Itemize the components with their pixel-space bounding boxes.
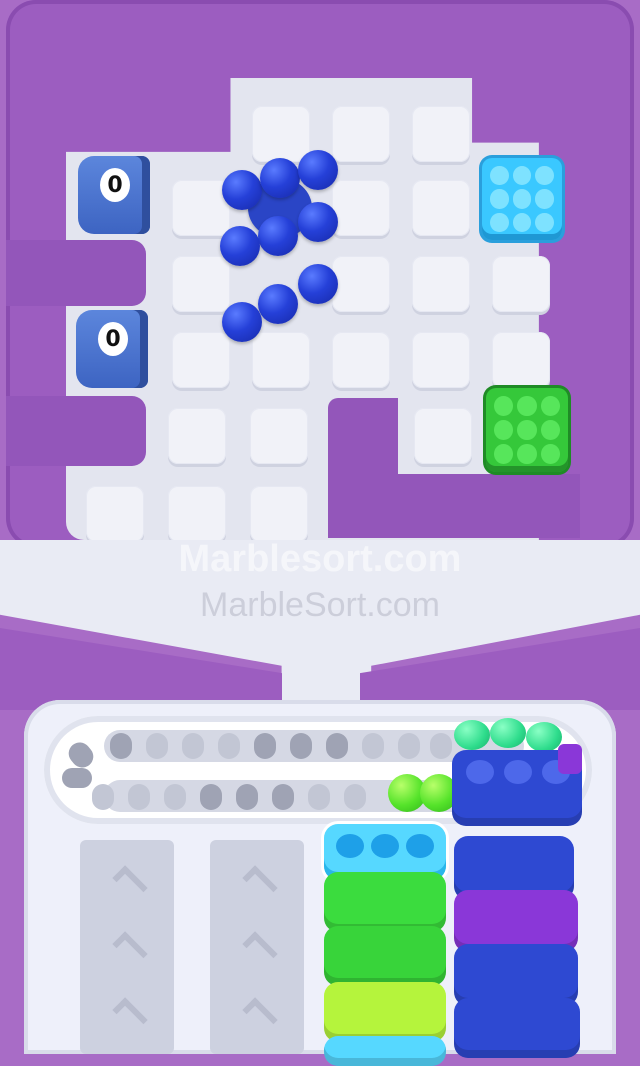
board-tile[interactable] [412, 106, 470, 162]
game-screen: 0 0 Marblesort.com MarbleSort.com [0, 0, 640, 1066]
teal-marble [454, 720, 490, 750]
bin-blue[interactable] [454, 998, 580, 1058]
cannon-counter: 0 [98, 322, 128, 356]
watermark-text: Marblesort.com [178, 538, 462, 580]
board-tile[interactable] [492, 256, 550, 312]
board-tile[interactable] [252, 332, 310, 388]
bin-blue[interactable] [454, 944, 578, 1006]
bin-cyan[interactable] [324, 1036, 446, 1066]
marble-crate-green[interactable] [486, 388, 568, 472]
marble-cannon[interactable]: 0 [78, 156, 150, 234]
board-tile[interactable] [332, 256, 390, 312]
inner-wall-left-low [6, 396, 146, 466]
board-tile[interactable] [252, 106, 310, 162]
bin-purple[interactable] [454, 890, 578, 952]
board-tile[interactable] [172, 332, 230, 388]
board-tile[interactable] [172, 256, 230, 312]
inner-wall-right [328, 398, 398, 538]
bin-green[interactable] [324, 872, 446, 932]
cannon-counter: 0 [100, 168, 130, 202]
empty-column-2[interactable] [210, 840, 304, 1054]
board-tile[interactable] [168, 408, 226, 464]
teal-marble [526, 722, 562, 752]
marble-crate-cyan[interactable] [482, 158, 562, 240]
watermark-text-secondary: MarbleSort.com [200, 586, 440, 624]
bin-green[interactable] [324, 926, 446, 986]
board-tile[interactable] [412, 180, 470, 236]
board-tile[interactable] [332, 106, 390, 162]
board-tile[interactable] [332, 332, 390, 388]
marble-cannon[interactable]: 0 [76, 310, 148, 388]
empty-column-1[interactable] [80, 840, 174, 1054]
purple-edge [558, 744, 582, 774]
board-tile[interactable] [332, 180, 390, 236]
bin-lime[interactable] [324, 982, 446, 1042]
board-tile[interactable] [492, 332, 550, 388]
board-tile[interactable] [414, 408, 472, 464]
teal-marble [490, 718, 526, 748]
inner-wall-left-mid [6, 240, 146, 306]
board-tile[interactable] [250, 408, 308, 464]
board-tile[interactable] [168, 486, 226, 542]
board-tile[interactable] [86, 486, 144, 542]
board-tile[interactable] [250, 486, 308, 542]
inner-wall-bottom [398, 474, 580, 538]
board-tile[interactable] [412, 256, 470, 312]
board-tile[interactable] [412, 332, 470, 388]
